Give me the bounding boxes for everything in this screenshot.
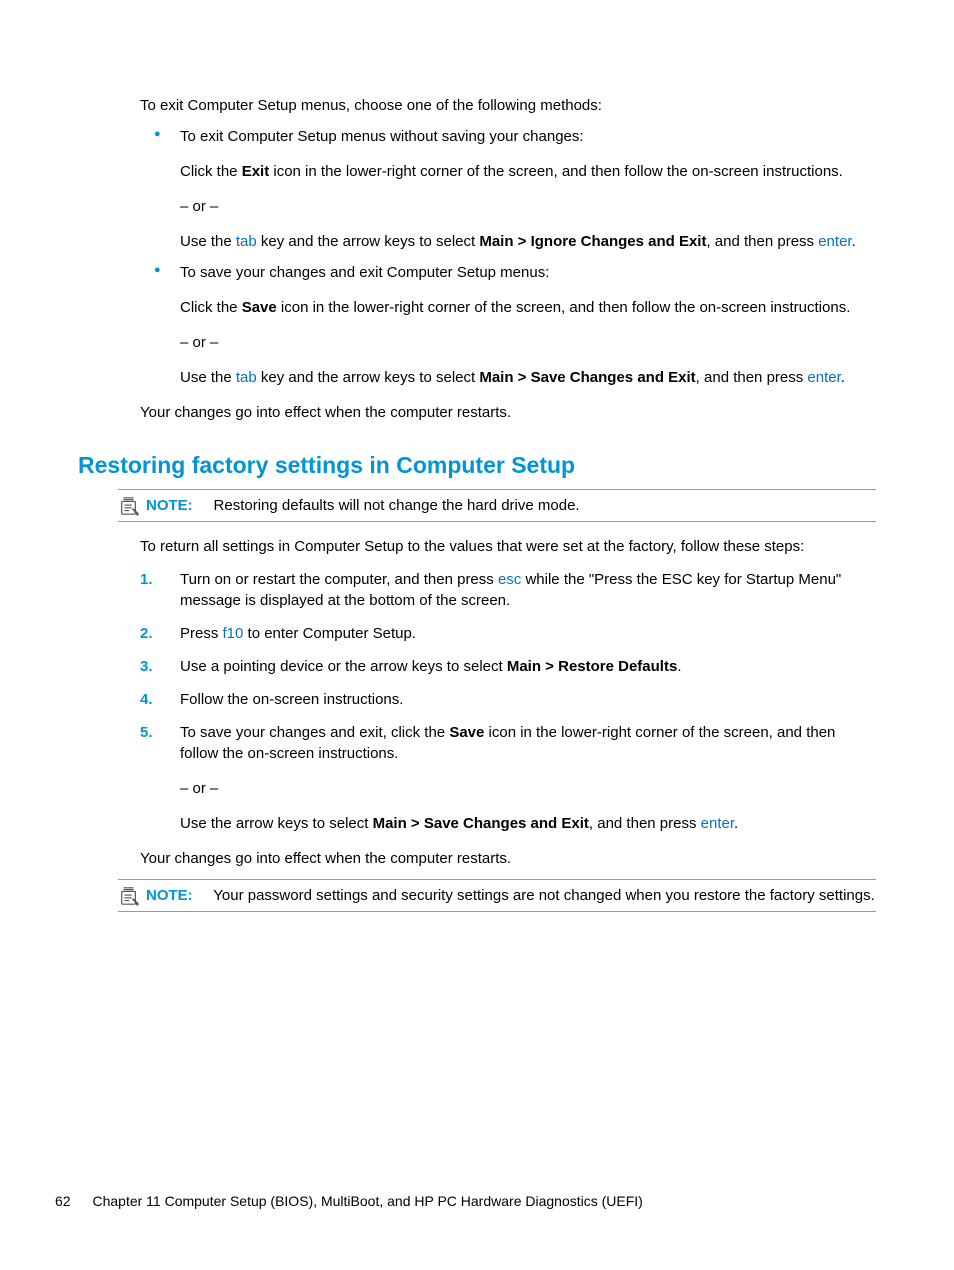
or-separator: – or – <box>180 778 876 799</box>
step-item: 4. Follow the on-screen instructions. <box>140 689 876 710</box>
bullet-use: Use the tab key and the arrow keys to se… <box>180 367 876 388</box>
note-icon <box>118 496 140 516</box>
enter-key: enter <box>807 369 840 386</box>
intro2-paragraph: To return all settings in Computer Setup… <box>140 536 876 557</box>
bullet-lead: To exit Computer Setup menus without sav… <box>180 126 876 147</box>
bullet-click: Click the Exit icon in the lower-right c… <box>180 161 876 182</box>
note-text: Your password settings and security sett… <box>213 887 875 904</box>
bullet-lead: To save your changes and exit Computer S… <box>180 262 876 283</box>
step-item: 2. Press f10 to enter Computer Setup. <box>140 623 876 644</box>
step-alt: Use the arrow keys to select Main > Save… <box>180 813 876 834</box>
enter-key: enter <box>818 233 851 250</box>
bullet-use: Use the tab key and the arrow keys to se… <box>180 231 876 252</box>
tab-key: tab <box>236 233 257 250</box>
step-number: 1. <box>140 569 153 590</box>
enter-key: enter <box>701 815 734 832</box>
steps-list: 1. Turn on or restart the computer, and … <box>140 569 876 834</box>
esc-key: esc <box>498 571 521 588</box>
or-separator: – or – <box>180 332 876 353</box>
list-item: To save your changes and exit Computer S… <box>140 262 876 388</box>
note-label: NOTE: <box>146 887 193 904</box>
page-number: 62 <box>55 1192 71 1212</box>
intro-paragraph: To exit Computer Setup menus, choose one… <box>140 95 876 116</box>
bullet-click: Click the Save icon in the lower-right c… <box>180 297 876 318</box>
step-item: 3. Use a pointing device or the arrow ke… <box>140 656 876 677</box>
note-text: Restoring defaults will not change the h… <box>214 497 580 514</box>
step-number: 5. <box>140 722 153 743</box>
f10-key: f10 <box>223 625 244 642</box>
step-number: 4. <box>140 689 153 710</box>
note-block: NOTE: Restoring defaults will not change… <box>118 489 876 522</box>
or-separator: – or – <box>180 196 876 217</box>
step-number: 3. <box>140 656 153 677</box>
chapter-title: Chapter 11 Computer Setup (BIOS), MultiB… <box>92 1193 642 1209</box>
note-block: NOTE: Your password settings and securit… <box>118 879 876 912</box>
section-heading: Restoring factory settings in Computer S… <box>78 449 876 481</box>
note-icon <box>118 886 140 906</box>
effect-paragraph: Your changes go into effect when the com… <box>140 402 876 423</box>
exit-methods-list: To exit Computer Setup menus without sav… <box>140 126 876 388</box>
page-footer: 62 Chapter 11 Computer Setup (BIOS), Mul… <box>55 1192 643 1212</box>
effect-paragraph: Your changes go into effect when the com… <box>140 848 876 869</box>
note-label: NOTE: <box>146 497 193 514</box>
step-item: 5. To save your changes and exit, click … <box>140 722 876 834</box>
step-item: 1. Turn on or restart the computer, and … <box>140 569 876 611</box>
tab-key: tab <box>236 369 257 386</box>
list-item: To exit Computer Setup menus without sav… <box>140 126 876 252</box>
step-number: 2. <box>140 623 153 644</box>
